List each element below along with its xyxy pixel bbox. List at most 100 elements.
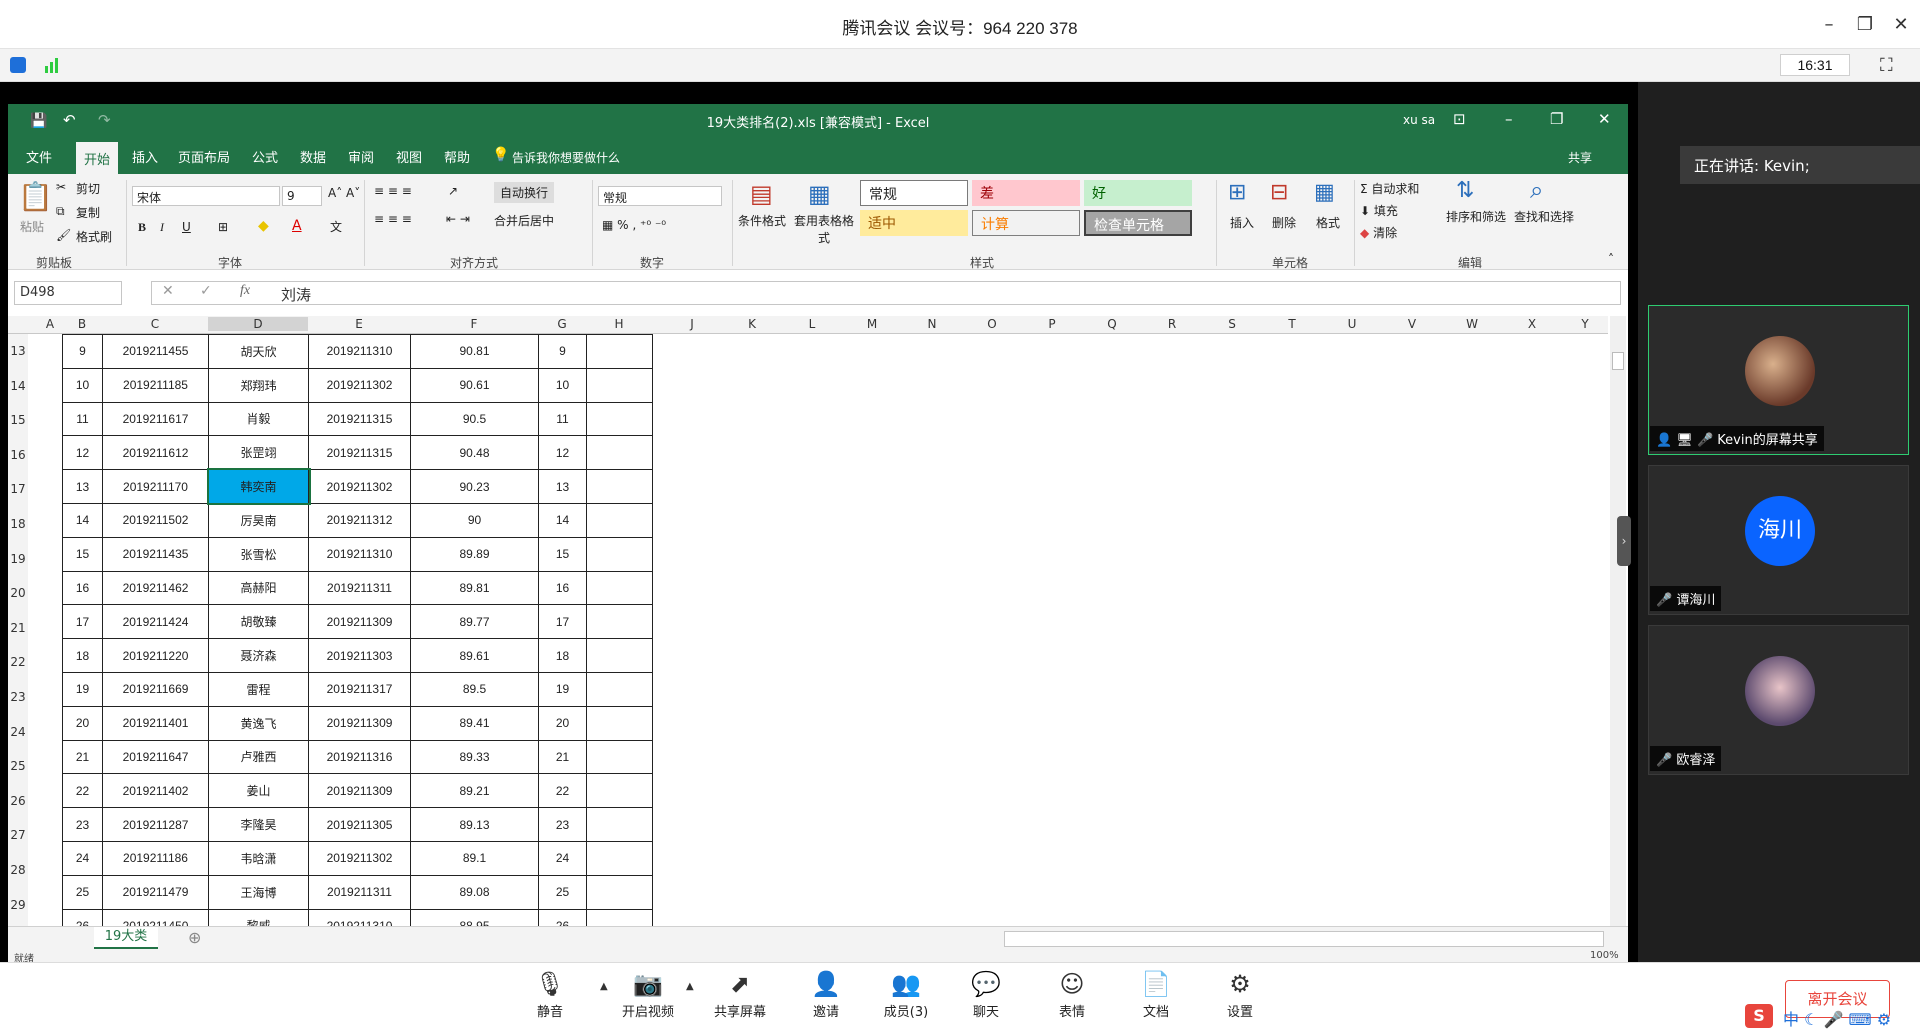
- table-cell[interactable]: 16: [62, 570, 103, 606]
- fill-button[interactable]: ⬇ 填充: [1360, 202, 1398, 219]
- table-cell[interactable]: [586, 502, 653, 538]
- table-cell[interactable]: 22: [538, 773, 587, 809]
- clear-button[interactable]: ◆ 清除: [1360, 224, 1397, 241]
- table-cell[interactable]: 2019211317: [308, 671, 411, 707]
- table-cell[interactable]: 2019211312: [308, 502, 411, 538]
- table-cell[interactable]: 李隆昊: [208, 807, 309, 842]
- column-header[interactable]: W: [1442, 317, 1502, 331]
- row-header[interactable]: 15: [8, 413, 28, 427]
- table-cell[interactable]: 89.89: [410, 536, 539, 572]
- emoji-button[interactable]: ☺ 表情: [1032, 967, 1112, 1020]
- table-cell[interactable]: [586, 908, 653, 926]
- table-cell[interactable]: 20: [62, 705, 103, 741]
- table-cell[interactable]: 2019211310: [308, 536, 411, 572]
- table-cell[interactable]: [586, 705, 653, 741]
- column-header[interactable]: P: [1022, 317, 1082, 331]
- row-header[interactable]: 21: [8, 621, 28, 635]
- table-cell[interactable]: 2019211220: [102, 638, 209, 673]
- table-cell[interactable]: 26: [538, 908, 587, 926]
- table-cell[interactable]: 2019211305: [308, 807, 411, 842]
- fill-color-icon[interactable]: ◆: [258, 218, 269, 234]
- table-cell[interactable]: 89.5: [410, 671, 539, 707]
- wrap-text-button[interactable]: 自动换行: [494, 182, 555, 203]
- ribbon-display-icon[interactable]: ⊡: [1453, 110, 1466, 128]
- minimize-icon[interactable]: –: [1816, 12, 1842, 38]
- cut-icon[interactable]: ✂: [56, 180, 66, 194]
- tab-home[interactable]: 开始: [76, 142, 119, 174]
- table-cell[interactable]: 厉昊南: [208, 502, 309, 538]
- table-cell[interactable]: 13: [62, 469, 103, 504]
- table-cell[interactable]: [586, 739, 653, 775]
- number-format-select[interactable]: 常规: [598, 186, 722, 206]
- share-screen-button[interactable]: ⬈ 共享屏幕: [700, 967, 780, 1020]
- tab-review[interactable]: 审阅: [348, 147, 374, 166]
- table-cell[interactable]: [586, 671, 653, 707]
- excel-user-name[interactable]: xu sa: [1403, 113, 1435, 127]
- column-header[interactable]: Y: [1562, 317, 1608, 331]
- table-cell[interactable]: 25: [62, 874, 103, 910]
- style-normal[interactable]: 常规: [860, 180, 968, 206]
- table-cell[interactable]: 2019211315: [308, 401, 411, 437]
- copy-button[interactable]: 复制: [76, 204, 100, 221]
- column-header[interactable]: B: [62, 317, 102, 331]
- table-cell[interactable]: 23: [62, 807, 103, 842]
- table-cell[interactable]: 王海博: [208, 874, 309, 910]
- row-header[interactable]: 18: [8, 517, 28, 531]
- table-cell[interactable]: 89.08: [410, 874, 539, 910]
- table-cell[interactable]: 2019211170: [102, 469, 209, 504]
- table-cell[interactable]: [586, 604, 653, 640]
- table-cell[interactable]: [586, 536, 653, 572]
- insert-cells-icon[interactable]: ⊞: [1228, 180, 1246, 205]
- formula-input[interactable]: [151, 281, 1621, 305]
- table-cell[interactable]: 12: [538, 435, 587, 471]
- video-button[interactable]: 📷 开启视频: [608, 967, 688, 1020]
- table-cell[interactable]: 卢雅西: [208, 739, 309, 775]
- table-cell[interactable]: 2019211450: [102, 908, 209, 926]
- table-cell[interactable]: [586, 570, 653, 606]
- table-cell[interactable]: 2019211309: [308, 773, 411, 809]
- table-cell[interactable]: 黄逸飞: [208, 705, 309, 741]
- table-cell[interactable]: 13: [538, 469, 587, 504]
- table-cell[interactable]: 15: [62, 536, 103, 572]
- table-cell[interactable]: 20: [538, 705, 587, 741]
- column-header[interactable]: G: [538, 317, 586, 331]
- table-cell[interactable]: 19: [538, 671, 587, 707]
- table-cell[interactable]: 9: [538, 334, 587, 369]
- row-header[interactable]: 19: [8, 552, 28, 566]
- restore-icon[interactable]: ❐: [1852, 12, 1878, 38]
- table-cell[interactable]: 2019211612: [102, 435, 209, 471]
- table-cell[interactable]: [586, 874, 653, 910]
- style-good[interactable]: 好: [1084, 180, 1192, 206]
- members-button[interactable]: 👥 成员(3): [866, 967, 946, 1020]
- table-cell[interactable]: 肖毅: [208, 401, 309, 437]
- table-cell[interactable]: 2019211424: [102, 604, 209, 640]
- fullscreen-icon[interactable]: ⛶: [1880, 55, 1893, 76]
- sheet-grid[interactable]: 9 2019211455 胡天欣 2019211310 90.81 9 10 20192111…: [30, 334, 1610, 926]
- tab-file[interactable]: 文件: [26, 147, 52, 166]
- mute-options-icon[interactable]: ▲: [600, 981, 608, 992]
- shield-icon[interactable]: [10, 57, 26, 73]
- table-cell[interactable]: 11: [62, 401, 103, 437]
- table-cell[interactable]: 89.33: [410, 739, 539, 775]
- sogou-icon[interactable]: S: [1745, 1004, 1773, 1028]
- table-cell[interactable]: 21: [538, 739, 587, 775]
- table-cell[interactable]: 12: [62, 435, 103, 471]
- table-cell[interactable]: 胡敬臻: [208, 604, 309, 640]
- table-cell[interactable]: 2019211302: [308, 367, 411, 403]
- table-cell[interactable]: 2019211455: [102, 334, 209, 369]
- table-cell[interactable]: 2019211186: [102, 840, 209, 876]
- column-header[interactable]: O: [962, 317, 1022, 331]
- table-cell[interactable]: 10: [538, 367, 587, 403]
- table-cell[interactable]: 2019211185: [102, 367, 209, 403]
- table-cell[interactable]: 韦晗潇: [208, 840, 309, 876]
- paste-button[interactable]: 粘贴: [20, 218, 44, 235]
- table-cell[interactable]: 胡天欣: [208, 334, 309, 369]
- format-painter-icon[interactable]: 🖌: [56, 228, 71, 242]
- table-cell[interactable]: 2019211310: [308, 334, 411, 369]
- column-header[interactable]: A: [38, 317, 62, 331]
- table-cell[interactable]: 黎威: [208, 908, 309, 926]
- table-cell[interactable]: 22: [62, 773, 103, 809]
- table-cell[interactable]: 2019211309: [308, 705, 411, 741]
- table-cell[interactable]: 18: [62, 638, 103, 673]
- row-header[interactable]: 14: [8, 379, 28, 393]
